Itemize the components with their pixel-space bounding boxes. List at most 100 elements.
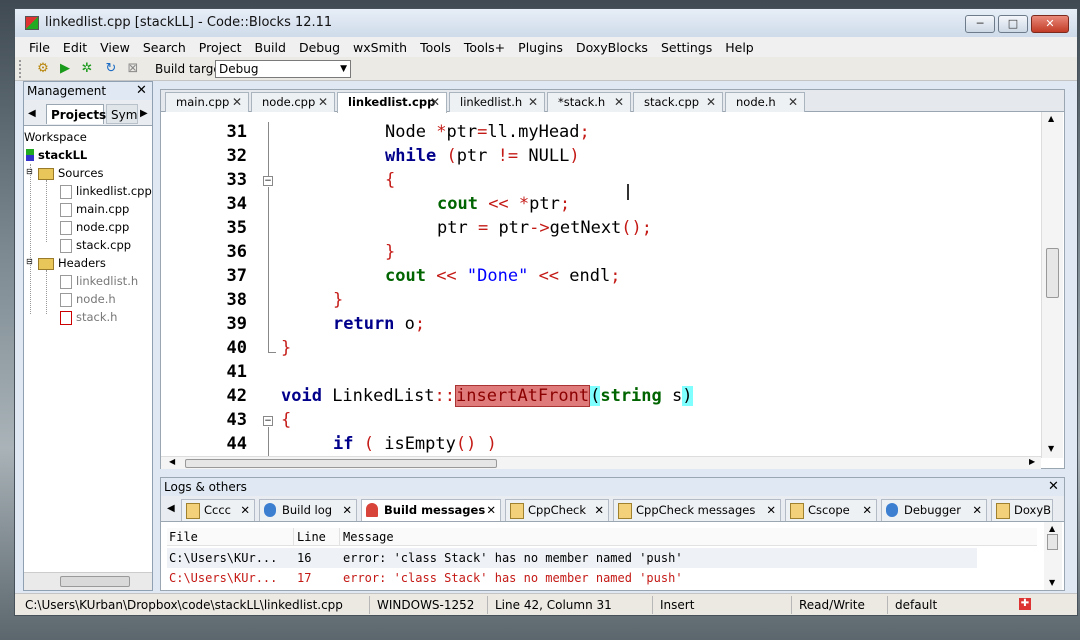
close-tab-icon[interactable]: ✕ xyxy=(766,500,776,520)
run-icon[interactable]: ▶ xyxy=(57,61,73,77)
scroll-thumb[interactable] xyxy=(1046,248,1059,298)
tree-file[interactable]: main.cpp xyxy=(76,202,129,216)
plugin-status-icon[interactable]: ✚ xyxy=(1019,598,1031,610)
menu-build[interactable]: Build xyxy=(255,40,286,55)
tree-file[interactable]: linkedlist.h xyxy=(76,274,138,288)
close-tab-icon[interactable]: ✕ xyxy=(342,500,352,520)
tab-cppcheck-messages[interactable]: CppCheck messages ✕ xyxy=(613,499,781,521)
close-tab-icon[interactable]: ✕ xyxy=(486,500,496,520)
tree-file[interactable]: stack.cpp xyxy=(76,238,131,252)
tab-doxyblocks[interactable]: DoxyBlo xyxy=(991,499,1053,521)
code-line-42: void LinkedList::insertAtFront(string s) xyxy=(281,385,693,407)
tab-scroll-left-icon[interactable]: ◀ xyxy=(28,108,36,119)
scroll-thumb[interactable] xyxy=(60,576,130,587)
menu-edit[interactable]: Edit xyxy=(63,40,87,55)
logs-vertical-scrollbar[interactable]: ▲ ▼ xyxy=(1044,522,1062,590)
title-bar[interactable]: linkedlist.cpp [stackLL] - Code::Blocks … xyxy=(15,9,1077,37)
menu-tools-plus[interactable]: Tools+ xyxy=(464,40,505,55)
close-tab-icon[interactable]: ✕ xyxy=(614,93,624,111)
scroll-down-icon[interactable]: ▼ xyxy=(1048,444,1054,453)
column-header-file[interactable]: File xyxy=(169,530,198,544)
tree-expander-icon[interactable]: ⊟ xyxy=(26,167,33,176)
toolbar-grip[interactable] xyxy=(19,60,22,78)
scroll-left-icon[interactable]: ◀ xyxy=(169,457,175,466)
close-tab-icon[interactable]: ✕ xyxy=(528,93,538,111)
close-tab-icon[interactable]: ✕ xyxy=(232,93,242,111)
scroll-thumb[interactable] xyxy=(1047,534,1058,550)
logs-close-icon[interactable]: ✕ xyxy=(1048,479,1059,494)
fold-toggle-icon[interactable]: − xyxy=(263,416,273,426)
tab-symbols[interactable]: Sym xyxy=(106,104,138,124)
editor-vertical-scrollbar[interactable]: ▲ ▼ xyxy=(1041,112,1063,458)
editor-tab-stack-h[interactable]: *stack.h ✕ xyxy=(547,92,631,112)
menu-view[interactable]: View xyxy=(100,40,130,55)
scroll-up-icon[interactable]: ▲ xyxy=(1048,114,1054,123)
tree-file[interactable]: stack.h xyxy=(76,310,117,324)
build-target-select[interactable]: Debug ▼ xyxy=(215,60,351,78)
menu-settings[interactable]: Settings xyxy=(661,40,712,55)
editor-tab-main-cpp[interactable]: main.cpp ✕ xyxy=(165,92,249,112)
tree-file[interactable]: node.h xyxy=(76,292,116,306)
menu-search[interactable]: Search xyxy=(143,40,186,55)
build-gear-icon[interactable]: ⚙ xyxy=(35,61,51,77)
tab-build-messages[interactable]: Build messages ✕ xyxy=(361,499,501,521)
tree-expander-icon[interactable]: ⊟ xyxy=(26,257,33,266)
tree-file[interactable]: node.cpp xyxy=(76,220,129,234)
menu-file[interactable]: File xyxy=(29,40,50,55)
tab-projects[interactable]: Projects xyxy=(46,104,106,124)
menu-wxsmith[interactable]: wxSmith xyxy=(353,40,407,55)
close-tab-icon[interactable]: ✕ xyxy=(788,93,798,111)
tree-file[interactable]: linkedlist.cpp xyxy=(76,184,152,198)
menu-plugins[interactable]: Plugins xyxy=(518,40,563,55)
scroll-thumb[interactable] xyxy=(185,459,497,468)
management-close-icon[interactable]: ✕ xyxy=(136,83,147,98)
menu-debug[interactable]: Debug xyxy=(299,40,340,55)
tree-project-stackll[interactable]: stackLL xyxy=(38,148,87,162)
tab-cscope[interactable]: Cscope ✕ xyxy=(785,499,877,521)
minimize-button[interactable]: ─ xyxy=(965,15,995,33)
close-tab-icon[interactable]: ✕ xyxy=(706,93,716,111)
close-window-button[interactable]: ✕ xyxy=(1031,15,1069,33)
build-and-run-icon[interactable]: ✲ xyxy=(79,61,95,77)
maximize-button[interactable]: □ xyxy=(998,15,1028,33)
code-area[interactable]: Node *ptr=ll.myHead; while (ptr != NULL)… xyxy=(281,112,1041,458)
fold-toggle-icon[interactable]: − xyxy=(263,176,273,186)
tree-sources-folder[interactable]: Sources xyxy=(58,166,104,180)
editor-tab-linkedlist-cpp[interactable]: linkedlist.cpp ✕ xyxy=(337,92,447,113)
column-header-line[interactable]: Line xyxy=(297,530,326,544)
close-tab-icon[interactable]: ✕ xyxy=(240,500,250,520)
rebuild-icon[interactable]: ↻ xyxy=(103,61,119,77)
editor-tab-linkedlist-h[interactable]: linkedlist.h ✕ xyxy=(449,92,545,112)
tree-headers-folder[interactable]: Headers xyxy=(58,256,106,270)
close-tab-icon[interactable]: ✕ xyxy=(430,93,440,111)
table-row[interactable]: C:\Users\KUr... 17 error: 'class Stack' … xyxy=(167,568,977,588)
editor-tab-node-cpp[interactable]: node.cpp ✕ xyxy=(251,92,335,112)
column-divider[interactable] xyxy=(293,528,294,546)
tab-scroll-left-icon[interactable]: ◀ xyxy=(167,503,175,514)
scroll-down-icon[interactable]: ▼ xyxy=(1049,578,1055,587)
menu-tools[interactable]: Tools xyxy=(420,40,451,55)
close-tab-icon[interactable]: ✕ xyxy=(594,500,604,520)
menu-doxyblocks[interactable]: DoxyBlocks xyxy=(576,40,648,55)
menu-project[interactable]: Project xyxy=(199,40,242,55)
tab-cccc[interactable]: Cccc ✕ xyxy=(181,499,255,521)
management-horizontal-scrollbar[interactable] xyxy=(24,572,152,590)
table-row[interactable]: C:\Users\KUr... 16 error: 'class Stack' … xyxy=(167,548,977,568)
editor-tab-stack-cpp[interactable]: stack.cpp ✕ xyxy=(633,92,723,112)
tab-cppcheck[interactable]: CppCheck ✕ xyxy=(505,499,609,521)
scroll-right-icon[interactable]: ▶ xyxy=(1029,457,1035,466)
tab-debugger[interactable]: Debugger ✕ xyxy=(881,499,987,521)
tree-workspace[interactable]: Workspace xyxy=(24,130,87,144)
column-divider[interactable] xyxy=(339,528,340,546)
close-tab-icon[interactable]: ✕ xyxy=(972,500,982,520)
editor-horizontal-scrollbar[interactable]: ◀ ▶ xyxy=(161,456,1041,469)
close-tab-icon[interactable]: ✕ xyxy=(318,93,328,111)
menu-help[interactable]: Help xyxy=(725,40,754,55)
editor-tab-node-h[interactable]: node.h ✕ xyxy=(725,92,805,112)
scroll-up-icon[interactable]: ▲ xyxy=(1049,524,1055,533)
column-header-message[interactable]: Message xyxy=(343,530,394,544)
abort-icon[interactable]: ⊠ xyxy=(125,61,141,77)
tab-build-log[interactable]: Build log ✕ xyxy=(259,499,357,521)
close-tab-icon[interactable]: ✕ xyxy=(862,500,872,520)
tab-scroll-right-icon[interactable]: ▶ xyxy=(140,108,148,119)
